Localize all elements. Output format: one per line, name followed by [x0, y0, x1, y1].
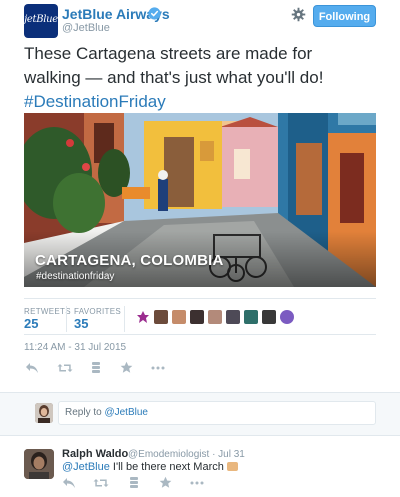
favoriter-avatar[interactable]: [244, 310, 258, 324]
following-button[interactable]: Following: [313, 5, 376, 27]
divider: [24, 334, 376, 335]
reply-icon[interactable]: [62, 477, 76, 489]
favoriter-avatar[interactable]: [190, 310, 204, 324]
tweet-text: These Cartagena streets are made for wal…: [24, 42, 384, 114]
photo-caption-hashtag: #destinationfriday: [36, 271, 115, 282]
favoriter-avatar[interactable]: [262, 310, 276, 324]
reply-mention[interactable]: @JetBlue: [62, 461, 110, 473]
tweet-photo[interactable]: CARTAGENA, COLOMBIA #destinationfriday: [24, 113, 376, 287]
retweets-count[interactable]: 25: [24, 316, 38, 331]
retweets-label: RETWEETS: [24, 307, 71, 316]
favoriter-avatar[interactable]: [136, 310, 150, 324]
tweet-timestamp[interactable]: 11:24 AM - 31 Jul 2015: [24, 342, 126, 353]
reply-input[interactable]: Reply to @JetBlue: [58, 401, 376, 425]
tweet-text-line-2: walking — and that's just what you'll do…: [24, 68, 324, 87]
stack-icon[interactable]: [129, 476, 139, 489]
retweet-icon[interactable]: [57, 362, 73, 374]
reply-author-name[interactable]: Ralph Waldo: [62, 448, 128, 460]
retweet-icon[interactable]: [93, 477, 109, 489]
jetblue-avatar[interactable]: jetBlue: [24, 4, 58, 38]
stat-separator: [124, 306, 125, 332]
verified-badge-icon: [148, 7, 161, 20]
reply-placeholder-prefix: Reply to: [65, 407, 105, 418]
jetblue-logo: jetBlue: [24, 14, 58, 25]
tweet-text-line-1: These Cartagena streets are made for: [24, 44, 313, 63]
favorites-label: FAVORITES: [74, 307, 122, 316]
favoriter-avatar[interactable]: [280, 310, 294, 324]
reply-author-avatar[interactable]: [24, 449, 54, 479]
reply-icon[interactable]: [25, 362, 39, 374]
divider: [24, 298, 376, 299]
photo-caption-title: CARTAGENA, COLOMBIA: [35, 252, 224, 269]
more-icon[interactable]: [151, 362, 165, 374]
reply-body: I'll be there next March: [109, 461, 227, 473]
tweet-header: jetBlue JetBlue Airways @JetBlue Followi…: [0, 0, 400, 42]
favorites-count[interactable]: 35: [74, 316, 88, 331]
clapping-hands-emoji-icon: [226, 462, 238, 471]
favoriter-avatar[interactable]: [172, 310, 186, 324]
stack-icon[interactable]: [91, 361, 101, 374]
author-handle[interactable]: @JetBlue: [62, 22, 110, 34]
reply-author-handle-date[interactable]: @Emodemiologist · Jul 31: [128, 449, 245, 460]
current-user-photo: [35, 403, 53, 423]
star-icon[interactable]: [120, 361, 133, 374]
reply-author-photo: [24, 449, 54, 479]
star-icon[interactable]: [159, 476, 172, 489]
gear-icon[interactable]: [291, 7, 306, 22]
favoriter-avatar[interactable]: [226, 310, 240, 324]
current-user-avatar[interactable]: [35, 403, 53, 423]
more-icon[interactable]: [190, 477, 204, 489]
reply-composer-area: Reply to @JetBlue: [0, 392, 400, 436]
stat-separator: [66, 306, 67, 332]
reply-placeholder-mention: @JetBlue: [104, 407, 148, 418]
favoriter-avatar[interactable]: [208, 310, 222, 324]
reply-tweet-text: @JetBlue I'll be there next March: [62, 461, 238, 473]
hashtag-link[interactable]: #DestinationFriday: [24, 90, 384, 114]
favoriter-avatar[interactable]: [154, 310, 168, 324]
